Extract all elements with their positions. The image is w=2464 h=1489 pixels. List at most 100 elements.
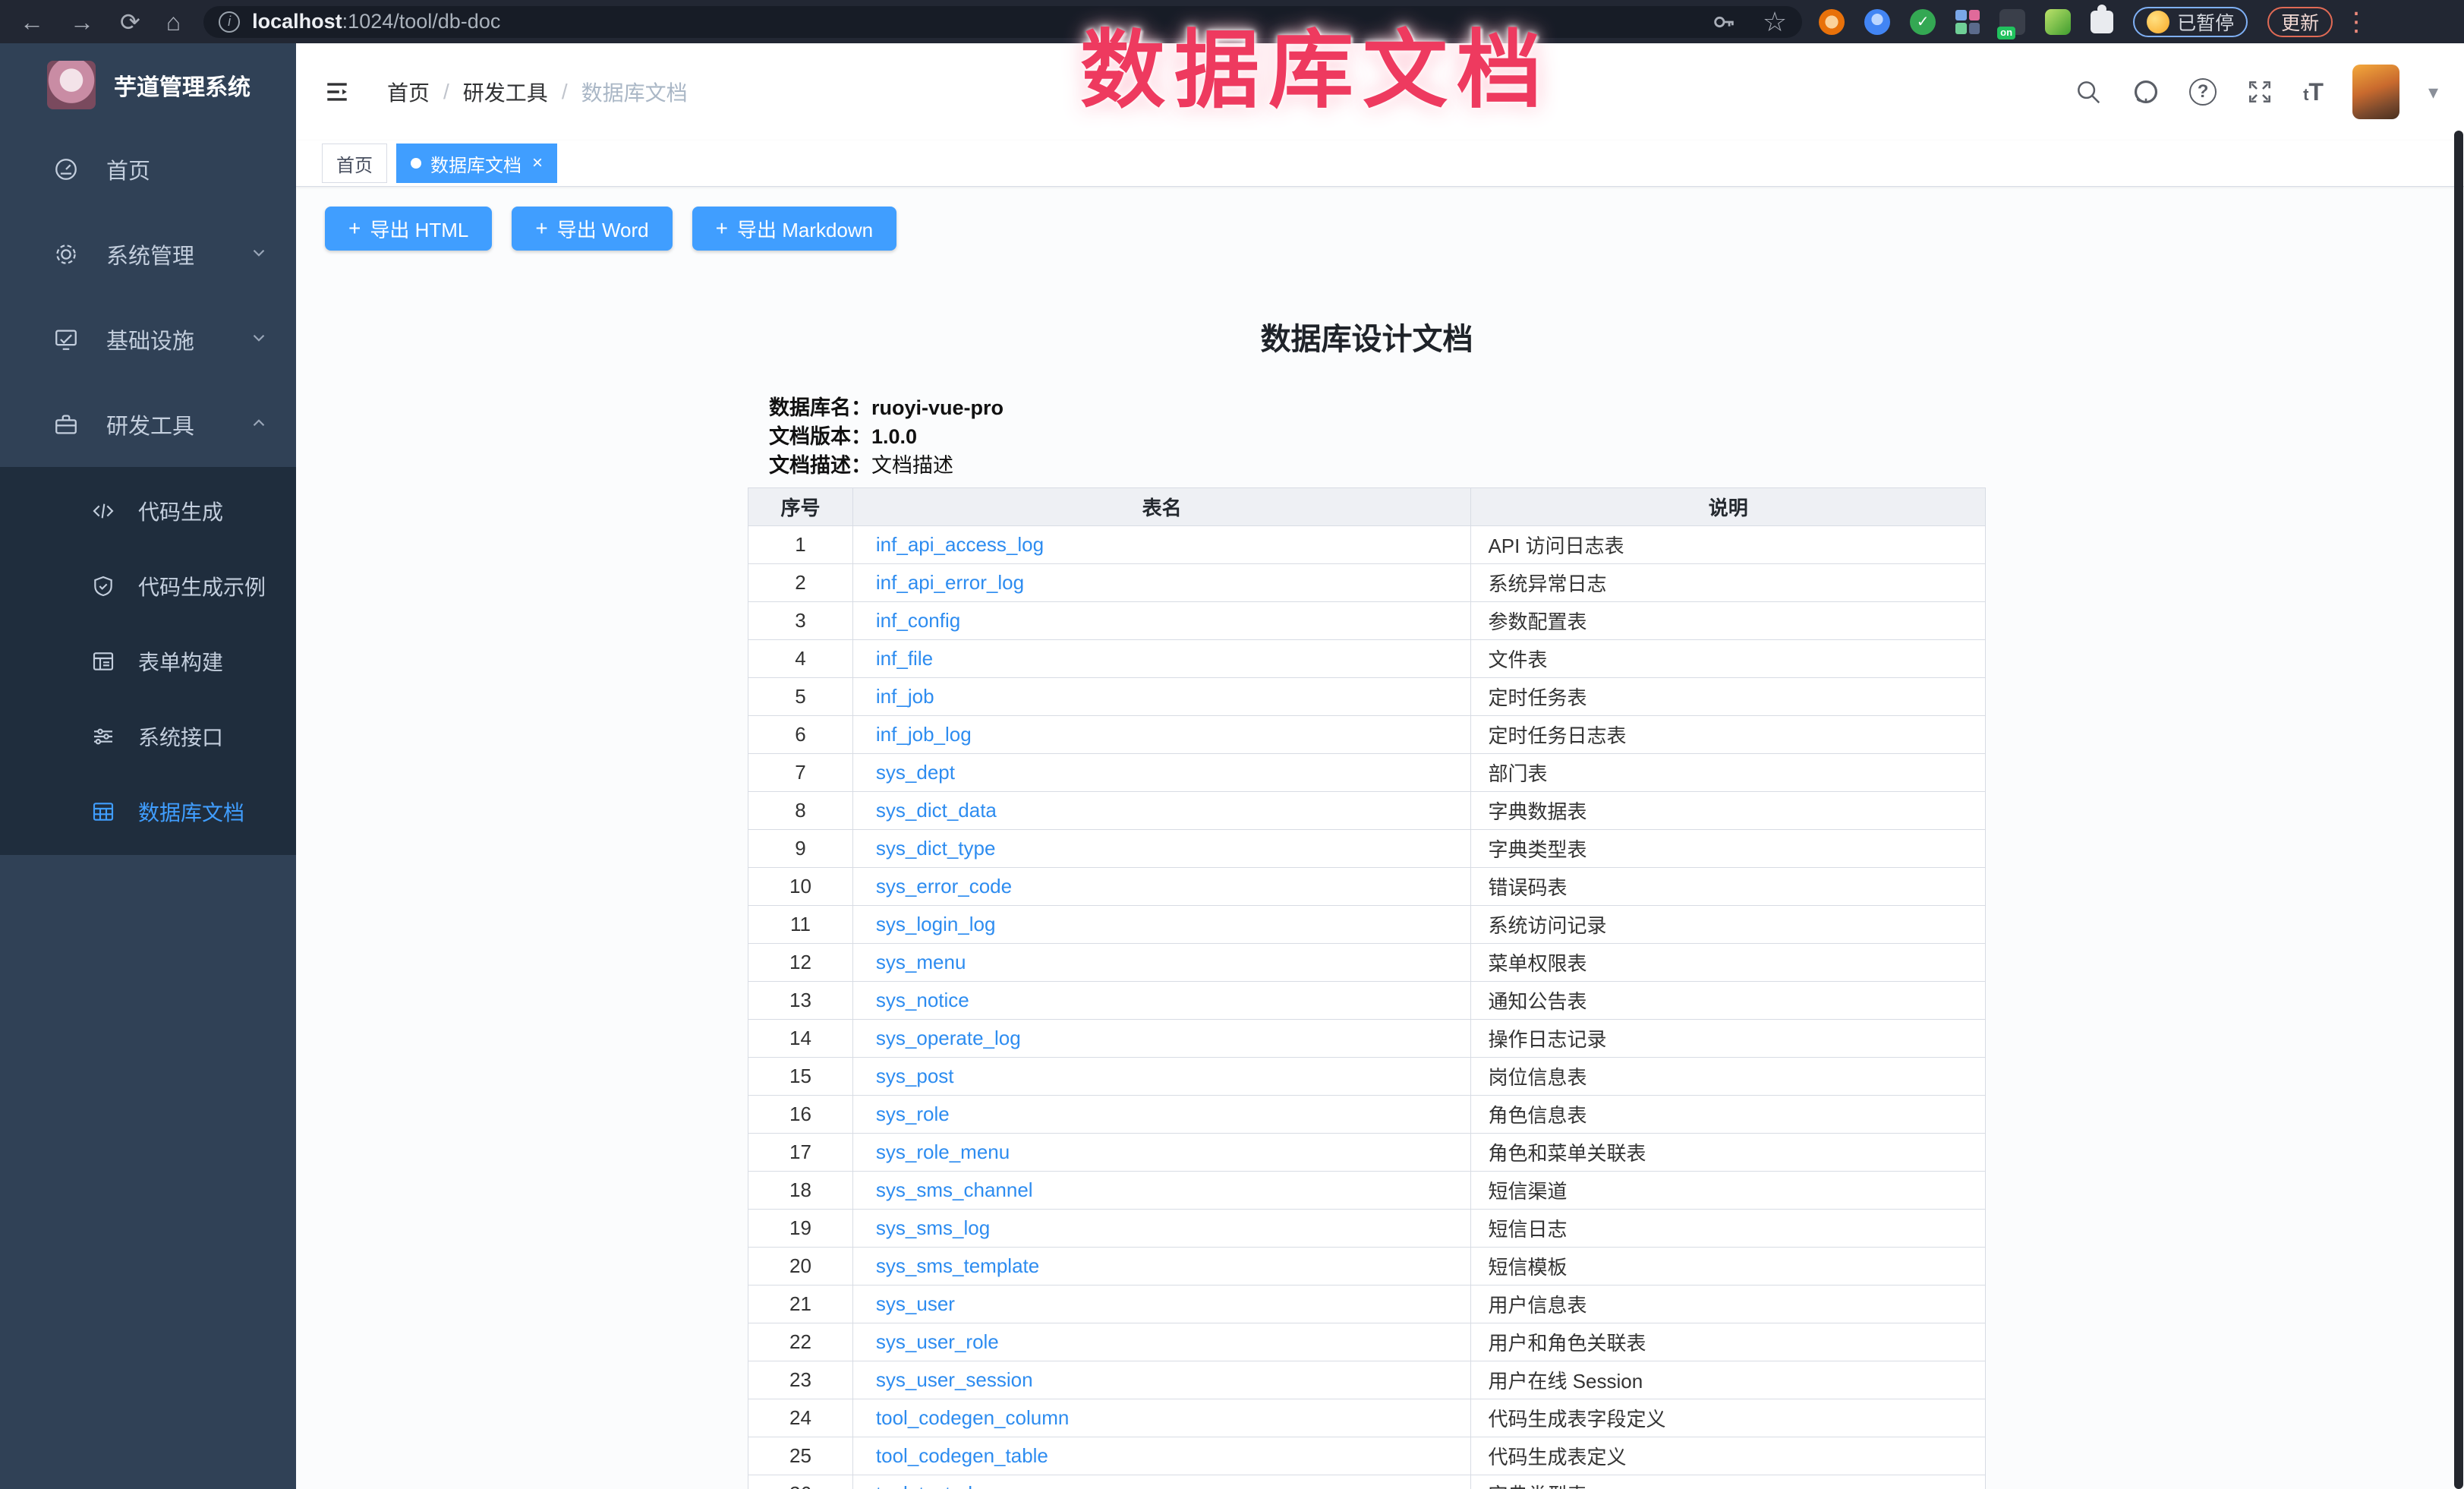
extension-check-icon[interactable]: ✓: [1910, 9, 1936, 35]
export-markdown-button[interactable]: + 导出 Markdown: [692, 207, 897, 251]
browser-reload-icon[interactable]: ⟳: [120, 10, 140, 34]
github-icon[interactable]: [2132, 77, 2160, 106]
search-icon[interactable]: [2074, 77, 2103, 106]
fullscreen-icon[interactable]: [2245, 77, 2274, 106]
breadcrumb-devtools[interactable]: 研发工具: [463, 77, 548, 107]
table-link[interactable]: sys_sms_channel: [876, 1178, 1033, 1201]
table-link[interactable]: inf_config: [876, 609, 960, 632]
table-link[interactable]: sys_dept: [876, 761, 955, 784]
row-index: 7: [748, 754, 853, 792]
document-title: 数据库设计文档: [748, 314, 1986, 358]
breadcrumb: 首页 / 研发工具 / 数据库文档: [387, 77, 688, 107]
bookmark-star-icon[interactable]: ☆: [1763, 8, 1787, 36]
chevron-down-icon: [249, 243, 269, 267]
row-index: 1: [748, 526, 853, 564]
table-link[interactable]: sys_dict_type: [876, 837, 996, 860]
table-link[interactable]: inf_file: [876, 647, 933, 670]
font-size-icon[interactable]: tT: [2303, 78, 2324, 106]
table-link[interactable]: tool_codegen_table: [876, 1444, 1048, 1467]
row-index: 24: [748, 1399, 853, 1437]
active-dot-icon: [411, 158, 421, 169]
browser-menu-icon[interactable]: ⋮: [2343, 9, 2369, 35]
table-link[interactable]: inf_api_error_log: [876, 571, 1024, 594]
chevron-up-icon: [249, 413, 269, 437]
breadcrumb-home[interactable]: 首页: [387, 77, 430, 107]
export-word-button[interactable]: + 导出 Word: [512, 207, 672, 251]
url-text: localhost:1024/tool/db-doc: [252, 10, 500, 33]
password-key-icon[interactable]: [1711, 9, 1737, 35]
table-link[interactable]: sys_role_menu: [876, 1140, 1010, 1163]
table-link[interactable]: tool_test_demo: [876, 1482, 1011, 1489]
sidebar-toggle-icon[interactable]: [322, 79, 352, 105]
table-link[interactable]: sys_sms_log: [876, 1216, 990, 1239]
table-link[interactable]: inf_api_access_log: [876, 533, 1044, 556]
row-description: 菜单权限表: [1471, 944, 1986, 982]
sidebar-item-system-api[interactable]: 系统接口: [0, 699, 296, 774]
table-link[interactable]: sys_login_log: [876, 913, 996, 935]
tag-db-doc[interactable]: 数据库文档 ×: [396, 144, 557, 183]
toolbox-icon: [53, 412, 79, 437]
table-row: 22 sys_user_role 用户和角色关联表: [748, 1323, 1986, 1361]
sidebar-item-codegen-demo[interactable]: 代码生成示例: [0, 548, 296, 623]
row-description: 短信渠道: [1471, 1172, 1986, 1210]
row-description: 岗位信息表: [1471, 1058, 1986, 1096]
browser-back-icon[interactable]: ←: [20, 10, 44, 34]
dashboard-icon: [53, 156, 79, 182]
sidebar-item-codegen[interactable]: 代码生成: [0, 473, 296, 548]
table-link[interactable]: inf_job: [876, 685, 934, 708]
table-link[interactable]: sys_user_session: [876, 1368, 1033, 1391]
sidebar-item-label: 研发工具: [106, 409, 249, 440]
table-link[interactable]: sys_menu: [876, 951, 966, 973]
update-button[interactable]: 更新: [2267, 7, 2333, 37]
row-index: 19: [748, 1210, 853, 1248]
profile-chip[interactable]: 已暂停: [2133, 7, 2248, 37]
browser-forward-icon[interactable]: →: [70, 10, 94, 34]
row-description: 系统访问记录: [1471, 906, 1986, 944]
table-link[interactable]: sys_role: [876, 1103, 950, 1125]
table-row: 25 tool_codegen_table 代码生成表定义: [748, 1437, 1986, 1475]
tag-home[interactable]: 首页: [322, 144, 387, 183]
row-index: 3: [748, 602, 853, 640]
extension-grid-icon[interactable]: [1955, 10, 1980, 34]
export-html-button[interactable]: + 导出 HTML: [325, 207, 492, 251]
help-icon[interactable]: ?: [2189, 78, 2217, 106]
extension-leaf-icon[interactable]: [2045, 9, 2071, 35]
row-description: 用户信息表: [1471, 1286, 1986, 1323]
table-link[interactable]: sys_user: [876, 1292, 955, 1315]
row-description: 角色信息表: [1471, 1096, 1986, 1134]
user-menu-caret-icon[interactable]: ▾: [2428, 80, 2438, 104]
extension-switch-icon[interactable]: on: [1999, 9, 2025, 35]
table-link[interactable]: inf_job_log: [876, 723, 972, 746]
site-info-icon[interactable]: i: [219, 11, 240, 33]
sidebar-item-form-builder[interactable]: 表单构建: [0, 623, 296, 699]
sidebar-item-db-doc[interactable]: 数据库文档: [0, 774, 296, 849]
tag-label: 首页: [336, 150, 373, 177]
extension-orange-icon[interactable]: [1819, 9, 1845, 35]
table-link[interactable]: sys_dict_data: [876, 799, 997, 822]
sidebar-item-home[interactable]: 首页: [0, 127, 296, 212]
row-index: 10: [748, 868, 853, 906]
browser-home-icon[interactable]: ⌂: [166, 10, 181, 34]
address-bar[interactable]: i localhost:1024/tool/db-doc ☆: [203, 6, 1802, 38]
user-avatar[interactable]: [2352, 65, 2399, 119]
sidebar-item-label: 数据库文档: [138, 797, 269, 827]
sidebar-item-devtools[interactable]: 研发工具: [0, 382, 296, 467]
app-logo-row[interactable]: 芋道管理系统: [0, 43, 296, 127]
table-link[interactable]: sys_sms_template: [876, 1254, 1039, 1277]
table-link[interactable]: tool_codegen_column: [876, 1406, 1069, 1429]
row-index: 12: [748, 944, 853, 982]
sidebar-item-system[interactable]: 系统管理: [0, 212, 296, 297]
extensions-puzzle-icon[interactable]: [2091, 11, 2113, 33]
page-scrollbar[interactable]: [2454, 131, 2463, 1489]
close-icon[interactable]: ×: [532, 154, 543, 172]
row-index: 8: [748, 792, 853, 830]
sidebar-item-infra[interactable]: 基础设施: [0, 297, 296, 382]
table-link[interactable]: sys_notice: [876, 989, 969, 1011]
table-link[interactable]: sys_operate_log: [876, 1027, 1021, 1049]
extension-pin-icon[interactable]: [1864, 9, 1890, 35]
table-link[interactable]: sys_error_code: [876, 875, 1012, 898]
gear-icon: [53, 241, 79, 267]
table-link[interactable]: sys_user_role: [876, 1330, 999, 1353]
row-description: 错误码表: [1471, 868, 1986, 906]
table-link[interactable]: sys_post: [876, 1065, 954, 1087]
